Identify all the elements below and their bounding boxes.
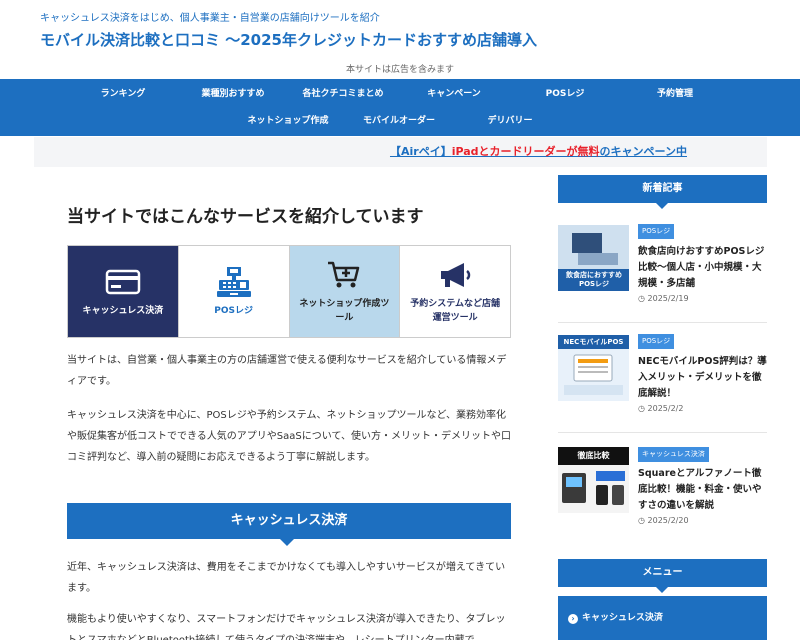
sidebar-menu: › キャッシュレス決済 [558,596,767,640]
article-title[interactable]: 飲食店向けおすすめPOSレジ比較〜個人店・小中規模・大規模・多店舗 [638,244,768,292]
service-grid: キャッシュレス決済 POSレジ ネットショップ作成ツール 予約システムなど店舗運… [67,245,511,338]
article-thumbnail[interactable]: 徹底比較 [558,447,629,513]
page-heading: 当サイトではこんなサービスを紹介しています [67,207,424,227]
clock-icon: ◷ [638,404,645,413]
global-nav: ランキング 業種別おすすめ 各社クチコミまとめ キャンペーン POSレジ 予約管… [0,79,800,136]
body-paragraph-1: 近年、キャッシュレス決済は、費用をそこまでかけなくても導入しやすいサービスが増え… [67,562,506,594]
site-tagline: キャッシュレス決済をはじめ、個人事業主・自営業の店舗向けツールを紹介 [40,13,380,24]
thumbnail-caption: NECモバイルPOS [563,338,624,346]
thumbnail-caption: 徹底比較 [577,451,610,460]
campaign-brand: 【Airペイ】 [389,145,452,158]
article-thumbnail[interactable]: NECモバイルPOS [558,335,629,401]
category-badge[interactable]: キャッシュレス決済 [638,447,709,462]
site-header: キャッシュレス決済をはじめ、個人事業主・自営業の店舗向けツールを紹介 モバイル決… [0,0,800,68]
article-date-text: 2025/2/20 [647,516,689,525]
menu-item-cashless[interactable]: › キャッシュレス決済 [568,610,663,624]
nav-item-industry[interactable]: 業種別おすすめ [173,83,293,105]
menu-section: メニュー [558,559,767,593]
article-item[interactable]: 飲食店におすすめPOSレジ POSレジ 飲食店向けおすすめPOSレジ比較〜個人店… [558,213,767,323]
nav-item-reviews[interactable]: 各社クチコミまとめ [283,83,403,105]
article-date: ◷ 2025/2/2 [638,404,683,413]
section-heading-cashless: キャッシュレス決済 [67,503,511,546]
menu-item-label: キャッシュレス決済 [582,613,663,623]
article-title[interactable]: Squareとアルファノート徹底比較！機能・料金・使いやすさの違いを解説 [638,466,768,514]
service-label: 予約システムなど店舗運営ツール [410,298,500,323]
category-badge[interactable]: POSレジ [638,334,675,349]
nav-item-netshop[interactable]: ネットショップ作成 [228,110,348,132]
sidebar: 新着記事 飲食店におすすめPOSレジ POSレジ 飲食店向けおすすめPOSレジ比… [558,175,767,525]
service-card-cashless[interactable]: キャッシュレス決済 [68,246,179,337]
chevron-right-icon: › [568,614,578,624]
main-content: 当サイトではこんなサービスを紹介しています キャッシュレス決済 POSレジ ネッ… [67,168,511,640]
menu-heading: メニュー [558,559,767,593]
nav-item-pos[interactable]: POSレジ [505,83,625,105]
nav-row-1: ランキング 業種別おすすめ 各社クチコミまとめ キャンペーン POSレジ 予約管… [0,83,800,105]
clock-icon: ◷ [638,516,645,525]
new-articles-heading: 新着記事 [558,175,767,209]
campaign-highlight: iPadとカードリーダーが無料 [451,145,600,158]
article-item[interactable]: NECモバイルPOS POSレジ NECモバイルPOS評判は？導入メリット・デメ… [558,323,767,433]
shopping-cart-icon [328,261,360,287]
category-badge[interactable]: POSレジ [638,224,675,239]
article-date-text: 2025/2/19 [647,294,689,303]
nav-item-ranking[interactable]: ランキング [63,83,183,105]
article-item[interactable]: 徹底比較 キャッシュレス決済 Squareとアルファノート徹底比較！機能・料金・… [558,433,767,541]
campaign-suffix: のキャンペーン中 [599,145,687,158]
megaphone-icon [441,262,471,287]
article-thumbnail[interactable]: 飲食店におすすめPOSレジ [558,225,629,291]
campaign-link[interactable]: 【Airペイ】iPadとカードリーダーが無料のキャンペーン中 [390,137,687,167]
intro-paragraph-2: キャッシュレス決済を中心に、POSレジや予約システム、ネットショップツールなど、… [67,410,511,463]
article-date-text: 2025/2/2 [647,404,684,413]
service-label: キャッシュレス決済 [82,305,164,316]
thumbnail-caption: 飲食店におすすめPOSレジ [566,271,622,288]
service-label: ネットショップ作成ツール [299,298,390,323]
nav-item-reservation[interactable]: 予約管理 [615,83,735,105]
clock-icon: ◷ [638,294,645,303]
campaign-banner: 【Airペイ】iPadとカードリーダーが無料のキャンペーン中 [34,137,767,167]
nav-item-campaign[interactable]: キャンペーン [394,83,514,105]
body-paragraph-2: 機能もより使いやすくなり、スマートフォンだけでキャッシュレス決済が導入できたり、… [67,614,506,640]
nav-row-2: ネットショップ作成 モバイルオーダー デリバリー [0,110,800,132]
cash-register-icon [216,266,251,297]
ad-notice: 本サイトは広告を含みます [345,65,454,75]
service-card-pos[interactable]: POSレジ [178,246,290,337]
service-card-netshop[interactable]: ネットショップ作成ツール [289,246,401,337]
article-date: ◷ 2025/2/20 [638,516,689,525]
intro-paragraph-1: 当サイトは、自営業・個人事業主の方の店舗運営で使える便利なサービスを紹介している… [67,355,507,387]
article-date: ◷ 2025/2/19 [638,294,689,303]
service-card-store-tools[interactable]: 予約システムなど店舗運営ツール [400,246,510,337]
article-title[interactable]: NECモバイルPOS評判は？導入メリット・デメリットを徹底解説！ [638,354,768,402]
credit-card-icon [105,269,141,294]
nav-item-mobile-order[interactable]: モバイルオーダー [339,110,459,132]
nav-item-delivery[interactable]: デリバリー [450,110,570,132]
service-label: POSレジ [214,305,253,316]
site-title[interactable]: モバイル決済比較と口コミ 〜2025年クレジットカードおすすめ店舗導入 [40,30,800,50]
